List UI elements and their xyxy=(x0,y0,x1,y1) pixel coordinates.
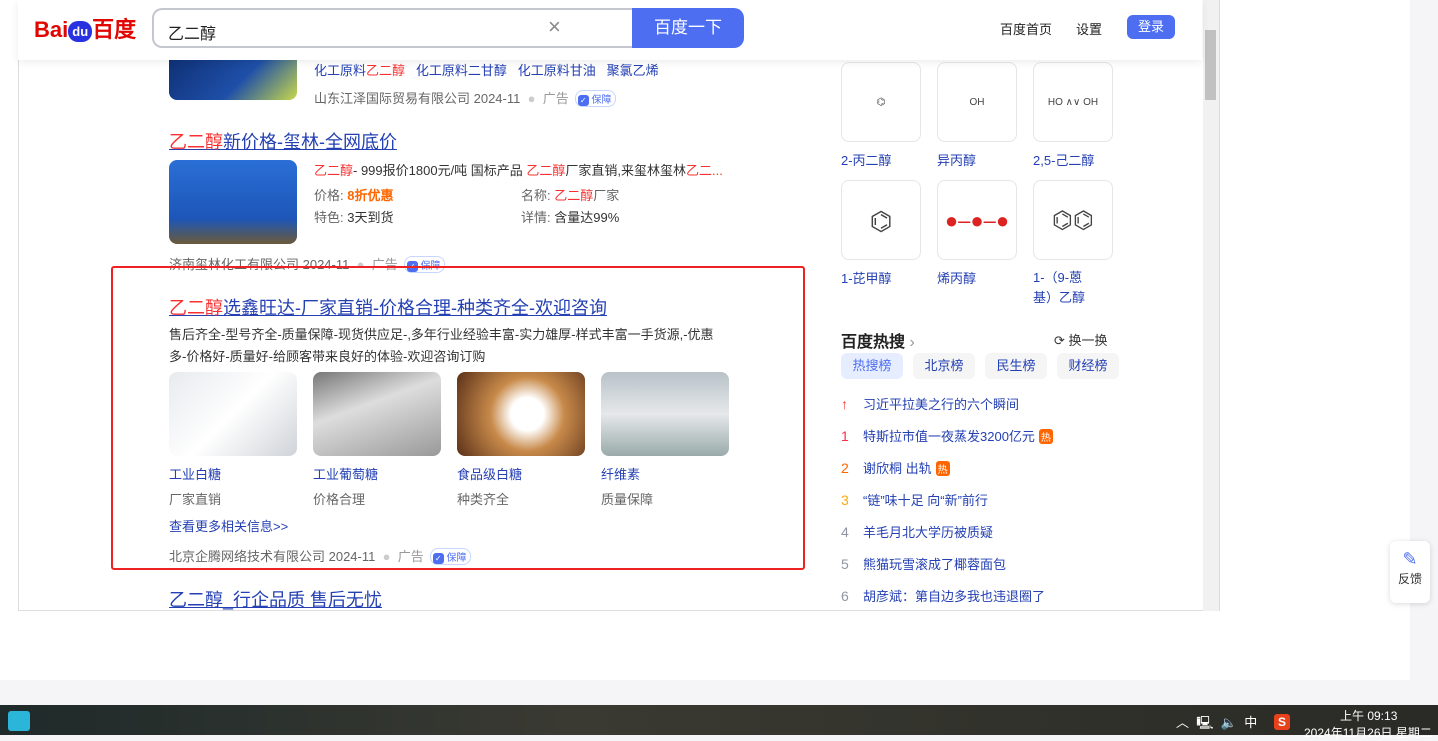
result-tags: 化工原料乙二醇 化工原料二甘醇 化工原料甘油 聚氯乙烯 xyxy=(314,60,659,79)
taskbar: ︿ 🖳 🔈 中 S 上午 09:13 2024年11月26日 星期二 xyxy=(0,705,1438,740)
result-source: 山东江泽国际贸易有限公司 2024-11 ● 广告 ✓ 保障 xyxy=(314,88,617,107)
result-thumbnail[interactable] xyxy=(169,160,297,244)
molecule-image: ⌬ xyxy=(841,180,921,260)
hot-text[interactable]: 胡彦斌：第自边多我也违退圈了 xyxy=(863,589,1045,604)
hot-text[interactable]: 谢欣桐 出轨 xyxy=(863,461,932,476)
hotsearch-item[interactable]: ↑ 习近平拉美之行的六个瞬间 xyxy=(841,394,1053,426)
baidu-logo[interactable]: Bai du 百度 xyxy=(34,12,136,44)
rank: 4 xyxy=(841,524,849,540)
pen-icon: ✎ xyxy=(1402,549,1418,569)
related-molecules: ⌬ 2-丙二醇 OH 异丙醇 HO ∧∨ OH 2,5-己二醇 ⌬ 1-芘甲醇 ●–●–… xyxy=(841,62,1129,308)
header: Bai du 百度 乙二醇 × 百度一下 百度首页 设置 登录 xyxy=(18,0,1202,60)
home-link[interactable]: 百度首页 xyxy=(1000,19,1052,38)
start-icon[interactable] xyxy=(8,711,30,731)
rank: ↑ xyxy=(841,396,848,412)
molecule-image: HO ∧∨ OH xyxy=(1033,62,1113,142)
tag-link[interactable]: 化工原料甘油 xyxy=(518,63,596,78)
rank: 5 xyxy=(841,556,849,572)
molecule-card[interactable]: OH 异丙醇 xyxy=(937,62,1033,180)
tab-livelihood[interactable]: 民生榜 xyxy=(985,353,1047,379)
login-button[interactable]: 登录 xyxy=(1127,15,1175,39)
ime-indicator[interactable]: 中 xyxy=(1244,715,1257,730)
hot-text[interactable]: 特斯拉市值一夜蒸发3200亿元 xyxy=(863,429,1035,444)
hotsearch-item[interactable]: 1 特斯拉市值一夜蒸发3200亿元热 xyxy=(841,426,1053,458)
molecule-card[interactable]: ●–●–● 烯丙醇 xyxy=(937,180,1033,308)
result-title[interactable]: 乙二醇新价格-玺林-全网底价 xyxy=(169,128,397,154)
rank: 2 xyxy=(841,460,849,476)
tag-link[interactable]: 聚氯乙烯 xyxy=(607,63,659,78)
hotsearch-item[interactable]: 6 胡彦斌：第自边多我也违退圈了 xyxy=(841,586,1053,610)
molecule-card[interactable]: ⌬ 2-丙二醇 xyxy=(841,62,937,180)
molecule-image: ⌬ xyxy=(841,62,921,142)
hotsearch-tabs: 热搜榜 北京榜 民生榜 财经榜 xyxy=(841,353,1119,379)
molecule-card[interactable]: ⌬ 1-芘甲醇 xyxy=(841,180,937,308)
rank: 6 xyxy=(841,588,849,604)
highlight-box xyxy=(111,266,805,570)
chevron-right-icon: › xyxy=(909,334,915,351)
clock-time[interactable]: 上午 09:13 xyxy=(1340,707,1397,724)
hot-badge: 热 xyxy=(935,461,950,476)
hotsearch-list: ↑ 习近平拉美之行的六个瞬间 1 特斯拉市值一夜蒸发3200亿元热 2 谢欣桐 出轨热 3 “… xyxy=(841,394,1053,610)
hot-text[interactable]: 羊毛月北大学历被质疑 xyxy=(863,525,993,540)
detail-field: 详情: 含量达99% xyxy=(521,210,620,225)
clock-date[interactable]: 2024年11月26日 星期二 xyxy=(1304,724,1432,741)
tray-icons[interactable]: ︿ 🖳 🔈 中 xyxy=(1176,712,1257,736)
feature-field: 特色: 3天到货 xyxy=(314,210,394,225)
tag-link[interactable]: 化工原料乙二醇 xyxy=(314,63,405,78)
molecule-image: OH xyxy=(937,62,1017,142)
molecule-image: ●–●–● xyxy=(937,180,1017,260)
rank: 3 xyxy=(841,492,849,508)
tab-hot[interactable]: 热搜榜 xyxy=(841,353,903,379)
sogou-icon[interactable]: S xyxy=(1274,714,1290,730)
search-button[interactable]: 百度一下 xyxy=(632,8,744,48)
settings-link[interactable]: 设置 xyxy=(1076,19,1102,38)
hot-badge: 热 xyxy=(1038,429,1053,444)
molecule-image: ⌬⌬ xyxy=(1033,180,1113,260)
price-field: 价格: 8折优惠 xyxy=(314,188,394,203)
refresh-icon: ⟳ xyxy=(1054,333,1065,348)
hot-text[interactable]: 习近平拉美之行的六个瞬间 xyxy=(863,397,1019,412)
tab-finance[interactable]: 财经榜 xyxy=(1057,353,1119,379)
clear-icon[interactable]: × xyxy=(548,14,561,40)
result-title[interactable]: 乙二醇_行企品质 售后无忧 xyxy=(169,586,382,610)
hotsearch-item[interactable]: 4 羊毛月北大学历被质疑 xyxy=(841,522,1053,554)
guarantee-badge[interactable]: ✓ 保障 xyxy=(574,90,617,107)
refresh-button[interactable]: ⟳ 换一换 xyxy=(1054,330,1108,349)
scrollbar-thumb[interactable] xyxy=(1205,30,1216,100)
hotsearch-item[interactable]: 5 熊猫玩雪滚成了椰蓉面包 xyxy=(841,554,1053,586)
rank: 1 xyxy=(841,428,849,444)
hot-text[interactable]: “链”味十足 向“新”前行 xyxy=(863,493,988,508)
hotsearch-item[interactable]: 3 “链”味十足 向“新”前行 xyxy=(841,490,1053,522)
feedback-button[interactable]: ✎ 反馈 xyxy=(1390,541,1430,603)
molecule-card[interactable]: ⌬⌬ 1-（9-蒽 基）乙醇 xyxy=(1033,180,1129,308)
tab-beijing[interactable]: 北京榜 xyxy=(913,353,975,379)
hotsearch-title[interactable]: 百度热搜 › xyxy=(841,328,915,352)
name-field: 名称: 乙二醇厂家 xyxy=(521,188,620,203)
hot-text[interactable]: 熊猫玩雪滚成了椰蓉面包 xyxy=(863,557,1006,572)
tag-link[interactable]: 化工原料二甘醇 xyxy=(416,63,507,78)
result-desc: 乙二醇- 999报价1800元/吨 国标产品 乙二醇厂家直销,来玺林玺林乙二..… xyxy=(314,163,723,178)
hotsearch-item[interactable]: 2 谢欣桐 出轨热 xyxy=(841,458,1053,490)
molecule-card[interactable]: HO ∧∨ OH 2,5-己二醇 xyxy=(1033,62,1129,180)
